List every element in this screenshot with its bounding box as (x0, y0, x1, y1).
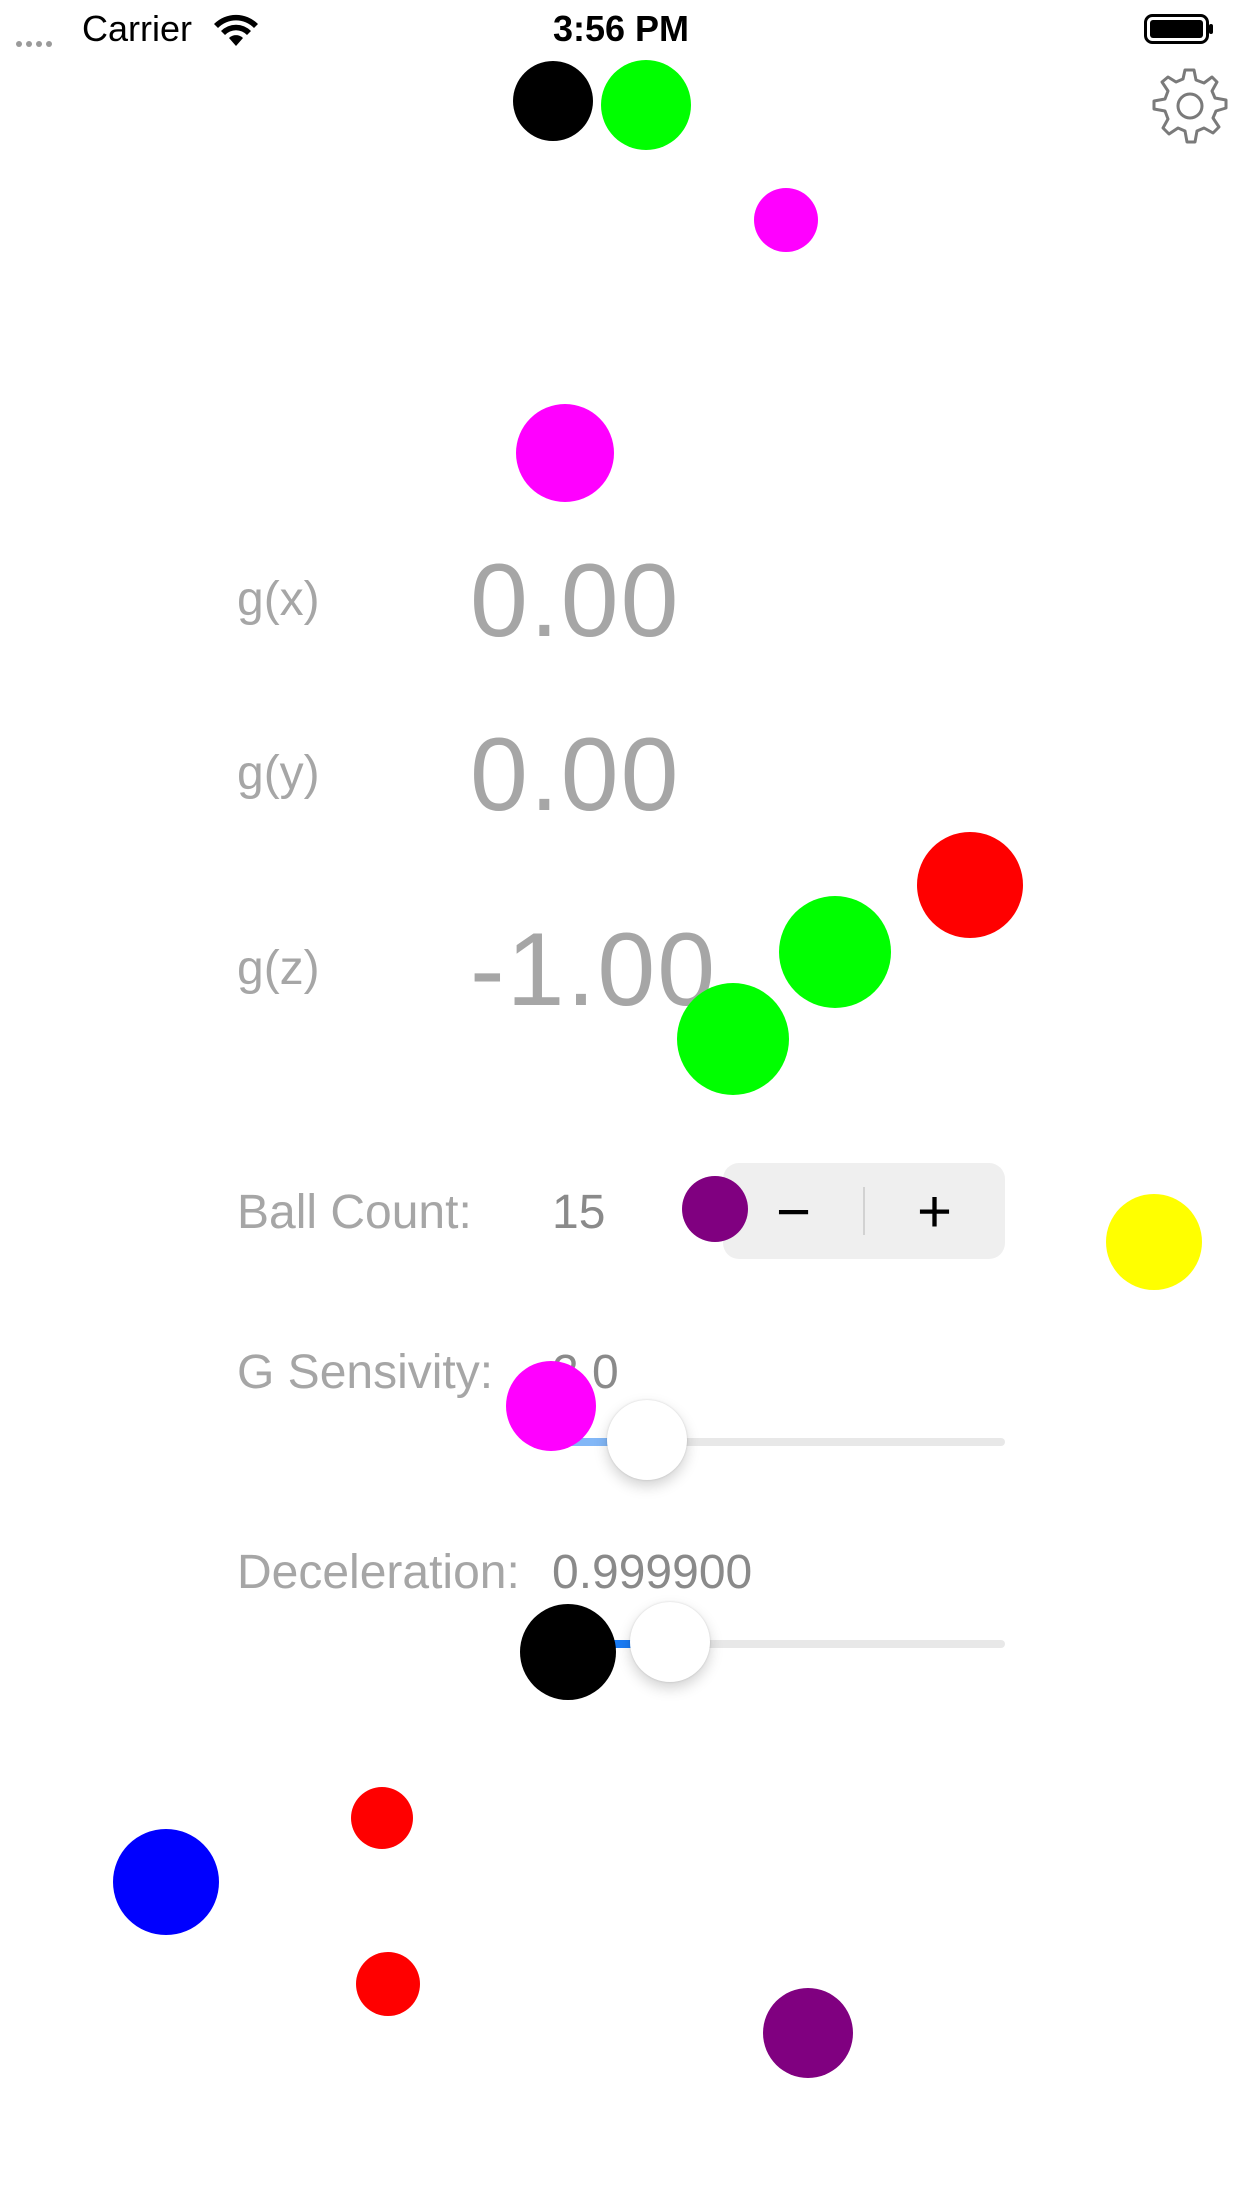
ball-red (356, 1952, 420, 2016)
gy-label: g(y) (237, 747, 320, 800)
ball-blue (113, 1829, 219, 1935)
deceleration-slider[interactable] (552, 1602, 1005, 1682)
ball-magenta (516, 404, 614, 502)
ball-magenta (506, 1361, 596, 1451)
gy-value: 0.00 (470, 717, 681, 833)
gz-value: -1.00 (470, 912, 718, 1028)
slider-thumb[interactable] (630, 1602, 710, 1682)
ball-red (351, 1787, 413, 1849)
ball-yellow (1106, 1194, 1202, 1290)
g-sensitivity-slider[interactable] (552, 1400, 1005, 1480)
g-sensitivity-label: G Sensivity: (237, 1346, 494, 1399)
ball-purple (763, 1988, 853, 2078)
battery-icon (1144, 14, 1214, 44)
ball-magenta (754, 188, 818, 252)
status-time: 3:56 PM (552, 8, 690, 49)
ball-black (520, 1604, 616, 1700)
ball-count-stepper[interactable]: − + (723, 1163, 1005, 1259)
ball-count-label: Ball Count: (237, 1186, 472, 1239)
deceleration-value: 0.999900 (552, 1546, 753, 1599)
ball-purple (682, 1176, 748, 1242)
ball-green (601, 60, 691, 150)
deceleration-label: Deceleration: (237, 1546, 520, 1599)
increment-button[interactable]: + (864, 1163, 1005, 1259)
slider-thumb[interactable] (607, 1400, 687, 1480)
ball-black (513, 61, 593, 141)
settings-gear-icon[interactable] (1142, 64, 1234, 156)
gx-label: g(x) (237, 573, 320, 626)
ball-count-value: 15 (552, 1186, 606, 1239)
ball-green (677, 983, 789, 1095)
gz-label: g(z) (237, 942, 320, 995)
ball-red (917, 832, 1023, 938)
gx-value: 0.00 (470, 543, 681, 659)
ball-green (779, 896, 891, 1008)
